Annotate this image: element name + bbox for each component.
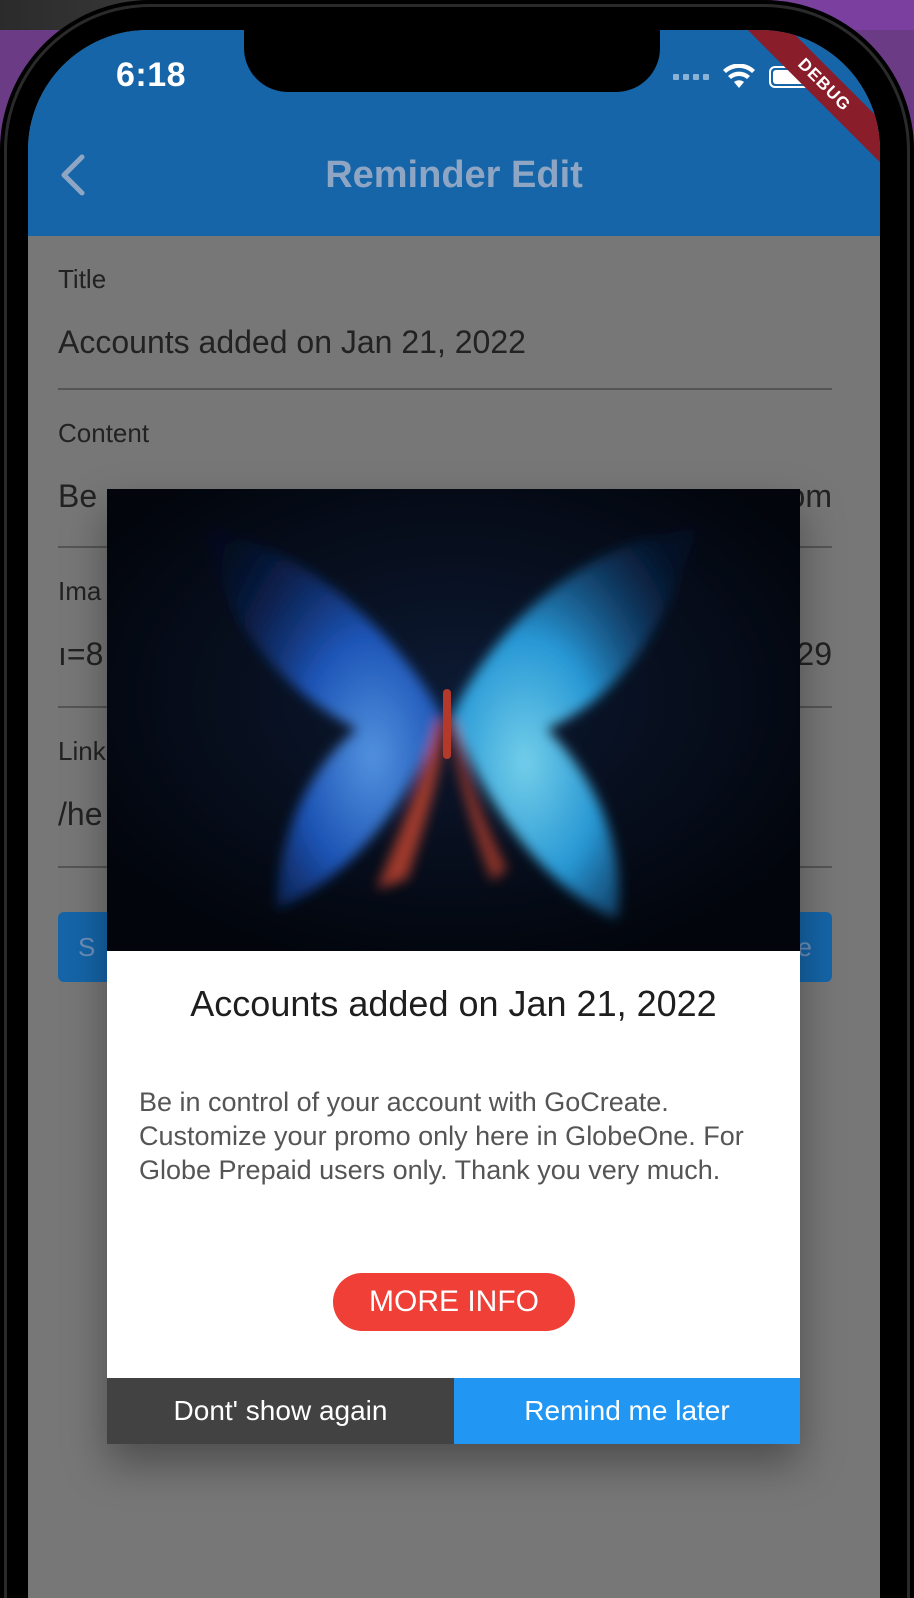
butterfly-image — [107, 489, 800, 951]
dialog-title: Accounts added on Jan 21, 2022 — [190, 983, 717, 1024]
content-field-label: Content — [58, 418, 150, 448]
debug-banner: DEBUG — [735, 30, 880, 174]
phone-notch — [244, 30, 660, 92]
image-field-label: Ima — [58, 576, 102, 606]
title-field-value[interactable]: Accounts added on Jan 21, 2022 — [58, 324, 526, 361]
link-field-value[interactable]: /he — [58, 796, 102, 833]
content-field-value[interactable]: Be — [58, 478, 97, 515]
reminder-dialog: Accounts added on Jan 21, 2022 Be in con… — [107, 489, 800, 1444]
remind-me-later-button[interactable]: Remind me later — [454, 1378, 800, 1444]
title-field-label: Title — [58, 264, 107, 294]
dont-show-again-button[interactable]: Dont' show again — [107, 1378, 454, 1444]
app-bar: 6:18 DEBUG Reminder Edit — [28, 30, 880, 236]
link-field-label: Link — [58, 736, 106, 766]
page-title: Reminder Edit — [325, 154, 583, 196]
image-field-value[interactable]: ı=8 — [58, 636, 103, 673]
more-info-button[interactable]: MORE INFO — [333, 1273, 575, 1331]
wifi-icon — [723, 64, 755, 88]
dialog-body: Be in control of your account with GoCre… — [139, 1087, 744, 1185]
title-field[interactable]: Title Accounts added on Jan 21, 2022 — [58, 236, 832, 390]
signal-icon — [673, 74, 709, 80]
status-time: 6:18 — [116, 56, 187, 94]
